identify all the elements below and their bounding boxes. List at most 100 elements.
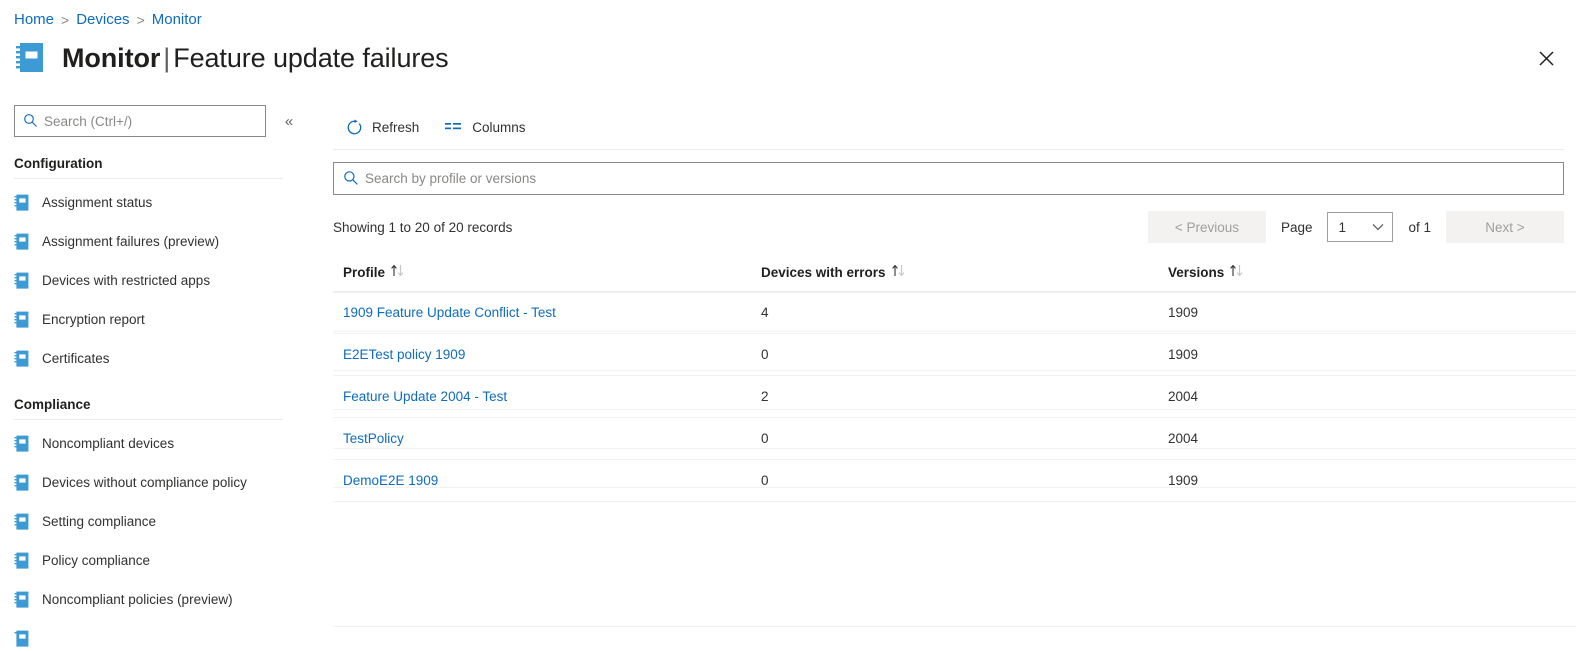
report-icon bbox=[14, 513, 30, 531]
cell-versions: 2004 bbox=[1158, 375, 1576, 418]
column-header-versions[interactable]: Versions bbox=[1158, 258, 1576, 292]
close-icon bbox=[1538, 51, 1554, 71]
sidebar-item-noncompliant-policies[interactable]: Noncompliant policies (preview) bbox=[0, 580, 312, 619]
cell-profile: DemoE2E 1909 bbox=[333, 459, 751, 502]
sidebar-collapse-button[interactable]: « bbox=[278, 110, 300, 132]
columns-button[interactable]: Columns bbox=[435, 111, 535, 143]
cell-profile: TestPolicy bbox=[333, 417, 751, 460]
blade-sidebar: « Configuration Assignment sta bbox=[0, 105, 312, 652]
row-divider bbox=[333, 487, 1576, 488]
table-header: Profile Devices with errors Versions bbox=[333, 258, 1576, 292]
profile-link[interactable]: E2ETest policy 1909 bbox=[343, 347, 465, 362]
cell-devices-with-errors: 0 bbox=[751, 459, 1158, 502]
sidebar-item-assignment-failures[interactable]: Assignment failures (preview) bbox=[0, 222, 312, 261]
page-title-primary: Monitor bbox=[62, 42, 161, 73]
cell-versions: 1909 bbox=[1158, 459, 1576, 502]
sidebar-section-divider bbox=[14, 419, 283, 420]
sidebar-search-box[interactable] bbox=[14, 105, 266, 137]
sidebar-item-label: Setting compliance bbox=[42, 514, 157, 529]
profile-link[interactable]: 1909 Feature Update Conflict - Test bbox=[343, 305, 556, 320]
sort-ascending-descending-icon bbox=[1229, 264, 1245, 280]
column-header-profile[interactable]: Profile bbox=[333, 258, 751, 292]
report-icon bbox=[14, 194, 30, 212]
refresh-label: Refresh bbox=[372, 119, 420, 135]
pagination-controls: < Previous Page 1 of 1 Next > bbox=[1147, 211, 1564, 243]
sort-ascending-descending-icon bbox=[891, 264, 907, 280]
sidebar-item-encryption-report[interactable]: Encryption report bbox=[0, 300, 312, 339]
column-header-label: Devices with errors bbox=[761, 264, 886, 280]
search-icon bbox=[343, 170, 359, 191]
table-row: Feature Update 2004 - Test 2 2004 bbox=[333, 375, 1576, 418]
table-footer-divider bbox=[333, 626, 1576, 627]
sidebar-search-input[interactable] bbox=[15, 113, 265, 129]
table-body: 1909 Feature Update Conflict - Test 4 19… bbox=[333, 291, 1576, 502]
sidebar-item-label: Noncompliant policies (preview) bbox=[42, 592, 233, 607]
cell-versions: 2004 bbox=[1158, 417, 1576, 460]
breadcrumb-separator-icon: > bbox=[136, 11, 145, 28]
sidebar-item-noncompliant-devices[interactable]: Noncompliant devices bbox=[0, 424, 312, 463]
table-row: 1909 Feature Update Conflict - Test 4 19… bbox=[333, 291, 1576, 334]
sidebar-section-configuration: Configuration Assignment status Assignme… bbox=[0, 156, 312, 378]
table-header-row: Profile Devices with errors Versions bbox=[333, 258, 1576, 292]
row-divider bbox=[333, 448, 1576, 449]
breadcrumb-item-home[interactable]: Home bbox=[14, 11, 54, 28]
refresh-button[interactable]: Refresh bbox=[336, 111, 429, 143]
previous-page-button[interactable]: < Previous bbox=[1147, 211, 1266, 243]
row-divider bbox=[333, 409, 1576, 410]
cell-devices-with-errors: 4 bbox=[751, 291, 1158, 334]
grid-search-input[interactable] bbox=[334, 171, 1563, 186]
profile-link[interactable]: Feature Update 2004 - Test bbox=[343, 389, 507, 404]
report-icon bbox=[14, 350, 30, 368]
sidebar-item-policy-compliance[interactable]: Policy compliance bbox=[0, 541, 312, 580]
breadcrumb-separator-icon: > bbox=[61, 11, 70, 28]
sidebar-section-compliance: Compliance Noncompliant devices Devices … bbox=[0, 397, 312, 652]
record-count-label: Showing 1 to 20 of 20 records bbox=[333, 219, 513, 235]
page-title-row: Monitor | Feature update failures bbox=[14, 40, 449, 76]
next-page-button[interactable]: Next > bbox=[1446, 211, 1564, 243]
cell-devices-with-errors: 2 bbox=[751, 375, 1158, 418]
monitor-report-icon bbox=[14, 40, 46, 76]
grid-search-box[interactable] bbox=[333, 162, 1564, 195]
profile-link[interactable]: DemoE2E 1909 bbox=[343, 473, 438, 488]
report-icon bbox=[14, 272, 30, 290]
sidebar-section-divider bbox=[14, 178, 283, 179]
cell-versions: 1909 bbox=[1158, 291, 1576, 334]
page-number-select-wrapper[interactable]: 1 bbox=[1327, 212, 1394, 242]
sidebar-item-label: Devices without compliance policy bbox=[42, 475, 247, 490]
feature-update-failures-blade: Home > Devices > Monitor Monitor | Feature… bbox=[0, 0, 1576, 652]
page-title-separator: | bbox=[163, 42, 171, 73]
row-divider bbox=[333, 370, 1576, 371]
blade-content: Refresh Columns Search by profile or ver… bbox=[331, 105, 1576, 652]
close-blade-button[interactable] bbox=[1532, 47, 1560, 75]
sidebar-item-label: Noncompliant devices bbox=[42, 436, 175, 451]
sidebar-item-label: Certificates bbox=[42, 351, 110, 366]
breadcrumb-item-devices[interactable]: Devices bbox=[76, 11, 129, 28]
profile-link[interactable]: TestPolicy bbox=[343, 431, 404, 446]
table-row: TestPolicy 0 2004 bbox=[333, 417, 1576, 460]
sidebar-item-devices-without-compliance-policy[interactable]: Devices without compliance policy bbox=[0, 463, 312, 502]
search-icon bbox=[23, 113, 38, 133]
sidebar-item-setting-compliance[interactable]: Setting compliance bbox=[0, 502, 312, 541]
column-header-label: Versions bbox=[1168, 264, 1225, 280]
breadcrumb-item-monitor[interactable]: Monitor bbox=[152, 11, 202, 28]
command-bar-divider bbox=[333, 149, 1564, 150]
page-number-select[interactable]: 1 bbox=[1328, 213, 1393, 241]
feature-update-failures-table: Profile Devices with errors Versions 190… bbox=[333, 258, 1576, 502]
table-row: DemoE2E 1909 0 1909 bbox=[333, 459, 1576, 502]
row-divider bbox=[333, 331, 1576, 332]
column-header-devices-with-errors[interactable]: Devices with errors bbox=[751, 258, 1158, 292]
sidebar-item-label: Assignment status bbox=[42, 195, 153, 210]
cell-profile: 1909 Feature Update Conflict - Test bbox=[333, 291, 751, 334]
breadcrumb: Home > Devices > Monitor bbox=[14, 11, 202, 28]
sidebar-item-assignment-status[interactable]: Assignment status bbox=[0, 183, 312, 222]
sidebar-item-partial[interactable] bbox=[0, 619, 312, 652]
sidebar-item-label: Encryption report bbox=[42, 312, 145, 327]
sort-ascending-descending-icon bbox=[390, 264, 406, 280]
page-title: Monitor | Feature update failures bbox=[62, 43, 449, 74]
sidebar-item-certificates[interactable]: Certificates bbox=[0, 339, 312, 378]
sidebar-item-devices-with-restricted-apps[interactable]: Devices with restricted apps bbox=[0, 261, 312, 300]
sidebar-item-label: Policy compliance bbox=[42, 553, 151, 568]
column-header-label: Profile bbox=[343, 264, 386, 280]
columns-icon bbox=[445, 121, 463, 134]
report-icon bbox=[14, 233, 30, 251]
